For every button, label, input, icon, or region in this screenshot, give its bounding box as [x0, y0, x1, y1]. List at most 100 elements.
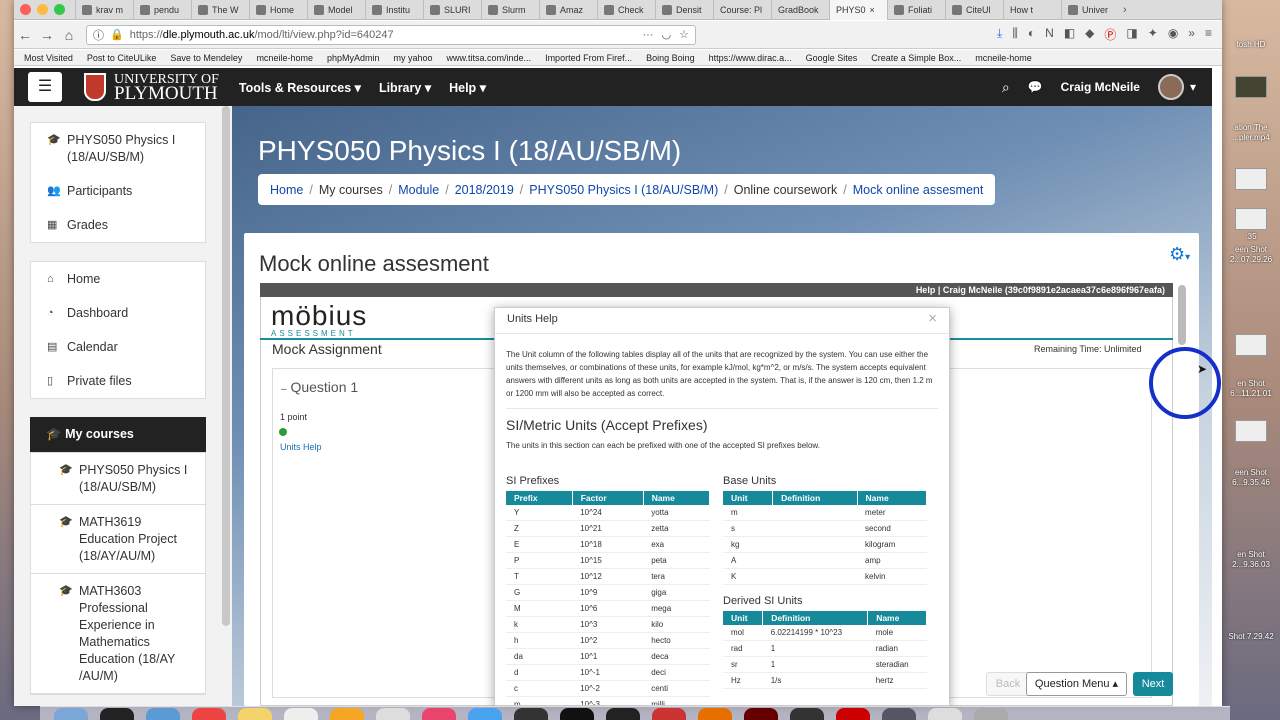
- app-icon[interactable]: [652, 708, 686, 720]
- browser-tab[interactable]: Check: [597, 0, 655, 20]
- app-icon[interactable]: [882, 708, 916, 720]
- messages-icon[interactable]: 💬: [1028, 80, 1043, 94]
- desktop-file[interactable]: ation The ...pler.mp4: [1222, 123, 1280, 143]
- extension-icon[interactable]: ◐: [1028, 26, 1035, 43]
- activity-monitor-icon[interactable]: [606, 708, 640, 720]
- breadcrumb-home[interactable]: Home: [270, 183, 303, 197]
- bookmark-item[interactable]: Most Visited: [24, 53, 73, 63]
- bookmark-item[interactable]: Create a Simple Box...: [871, 53, 961, 63]
- browser-tab[interactable]: The W: [191, 0, 249, 20]
- bookmark-item[interactable]: https://www.dirac.a...: [709, 53, 792, 63]
- finder-icon[interactable]: [54, 708, 88, 720]
- mobius-header[interactable]: Help | Craig McNeile (39c0f9891e2acaea37…: [260, 283, 1173, 297]
- browser-tab[interactable]: Univer: [1061, 0, 1119, 20]
- close-window-icon[interactable]: [20, 4, 31, 15]
- library-icon[interactable]: ⫼: [1012, 26, 1018, 43]
- desktop-file[interactable]: [1222, 76, 1280, 100]
- gear-icon[interactable]: ⚙▾: [1169, 244, 1190, 265]
- browser-tab[interactable]: Course: Pl: [713, 0, 771, 20]
- browser-tab[interactable]: krav m: [75, 0, 133, 20]
- extension-icon[interactable]: N: [1045, 26, 1054, 43]
- minimize-window-icon[interactable]: [37, 4, 48, 15]
- photos-icon[interactable]: [284, 708, 318, 720]
- drawer-item[interactable]: ▯ Private files: [31, 364, 205, 398]
- browser-tab[interactable]: Model: [307, 0, 365, 20]
- app-icon[interactable]: [836, 708, 870, 720]
- drawer-item[interactable]: ◔ Dashboard: [31, 296, 205, 330]
- app-icon[interactable]: [330, 708, 364, 720]
- forward-arrow-icon[interactable]: →: [36, 27, 58, 43]
- breadcrumb-activity[interactable]: Mock online assesment: [853, 183, 984, 197]
- back-button[interactable]: Back: [986, 672, 1030, 696]
- menu-library[interactable]: Library ▾: [379, 80, 431, 95]
- drawer-scrollbar[interactable]: [222, 106, 230, 626]
- user-name[interactable]: Craig McNeile: [1061, 80, 1140, 94]
- terminal-icon[interactable]: [560, 708, 594, 720]
- browser-tab[interactable]: CiteUl: [945, 0, 1003, 20]
- menu-help[interactable]: Help ▾: [449, 80, 486, 95]
- trash-icon[interactable]: [974, 708, 1008, 720]
- search-icon[interactable]: ⌕: [1002, 79, 1010, 96]
- pinterest-icon[interactable]: Ⓟ: [1104, 26, 1116, 43]
- itunes-icon[interactable]: [422, 708, 456, 720]
- question-menu-button[interactable]: Question Menu ▴: [1026, 672, 1127, 696]
- breadcrumb-year[interactable]: 2018/2019: [455, 183, 514, 197]
- notes-icon[interactable]: [238, 708, 272, 720]
- extension-icon[interactable]: ◨: [1126, 26, 1137, 43]
- my-course-item[interactable]: 🎓 MATH3619 Education Project (18/AY/AU/M): [31, 505, 205, 574]
- bookmark-item[interactable]: Google Sites: [806, 53, 858, 63]
- bookmark-item[interactable]: mcneile-home: [256, 53, 313, 63]
- pocket-icon[interactable]: ◡: [662, 28, 672, 41]
- browser-tab[interactable]: Amaz: [539, 0, 597, 20]
- next-button[interactable]: Next: [1133, 672, 1173, 696]
- info-icon[interactable]: ⓘ: [93, 27, 104, 43]
- extension-icon[interactable]: ✦: [1148, 26, 1158, 43]
- extension-icon[interactable]: ◉: [1168, 26, 1178, 43]
- calendar-icon[interactable]: [192, 708, 226, 720]
- bookmark-item[interactable]: www.titsa.com/inde...: [447, 53, 532, 63]
- app-icon[interactable]: [928, 708, 962, 720]
- overflow-icon[interactable]: »: [1188, 26, 1195, 43]
- browser-tab[interactable]: Institu: [365, 0, 423, 20]
- desktop-file[interactable]: [1222, 334, 1280, 358]
- collapse-icon[interactable]: –: [281, 384, 287, 395]
- hamburger-menu-icon[interactable]: ☰: [28, 72, 62, 102]
- my-courses-header[interactable]: 🎓 My courses: [30, 417, 206, 452]
- desktop-file[interactable]: en Shot 6...11.21.01: [1222, 379, 1280, 399]
- desktop-file[interactable]: tosh HD: [1222, 40, 1280, 50]
- extension-icon[interactable]: ◆: [1085, 26, 1094, 43]
- safari-icon[interactable]: [146, 708, 180, 720]
- menu-tools-resources[interactable]: Tools & Resources ▾: [239, 80, 361, 95]
- firefox-icon[interactable]: [698, 708, 732, 720]
- close-icon[interactable]: ×: [928, 310, 937, 327]
- drawer-item[interactable]: ⌂ Home: [31, 262, 205, 296]
- browser-tab[interactable]: GradBook: [771, 0, 829, 20]
- bookmark-item[interactable]: mcneile-home: [975, 53, 1032, 63]
- drawer-item[interactable]: 🎓 PHYS050 Physics I (18/AU/SB/M): [31, 123, 205, 174]
- tab-overflow-icon[interactable]: ›: [1123, 4, 1127, 16]
- desktop-file[interactable]: .35: [1222, 208, 1280, 242]
- desktop-file[interactable]: en Shot 2...9.36.03: [1222, 550, 1280, 570]
- frame-scrollbar[interactable]: [1178, 285, 1186, 345]
- download-icon[interactable]: ⤓: [997, 26, 1002, 43]
- extension-icon[interactable]: ◧: [1064, 26, 1075, 43]
- drawer-item[interactable]: ▦ Grades: [31, 208, 205, 242]
- breadcrumb-module[interactable]: Module: [398, 183, 439, 197]
- page-actions-icon[interactable]: ···: [643, 29, 654, 41]
- desktop-file[interactable]: [1222, 168, 1280, 192]
- app-icon[interactable]: [744, 708, 778, 720]
- drawer-item[interactable]: ▤ Calendar: [31, 330, 205, 364]
- app-icon[interactable]: [376, 708, 410, 720]
- bookmark-item[interactable]: phpMyAdmin: [327, 53, 380, 63]
- browser-tab[interactable]: Home: [249, 0, 307, 20]
- back-arrow-icon[interactable]: ←: [14, 27, 36, 43]
- browser-tab[interactable]: PHYS0 ×: [829, 0, 887, 20]
- drawer-item[interactable]: 👥 Participants: [31, 174, 205, 208]
- bookmark-item[interactable]: Post to CiteULike: [87, 53, 157, 63]
- desktop-file[interactable]: een Shot 6...9.35.46: [1222, 468, 1280, 488]
- breadcrumb-course[interactable]: PHYS050 Physics I (18/AU/SB/M): [529, 183, 718, 197]
- browser-tab[interactable]: Foliati: [887, 0, 945, 20]
- browser-tab[interactable]: SLURI: [423, 0, 481, 20]
- launchpad-icon[interactable]: [100, 708, 134, 720]
- bookmark-item[interactable]: Save to Mendeley: [170, 53, 242, 63]
